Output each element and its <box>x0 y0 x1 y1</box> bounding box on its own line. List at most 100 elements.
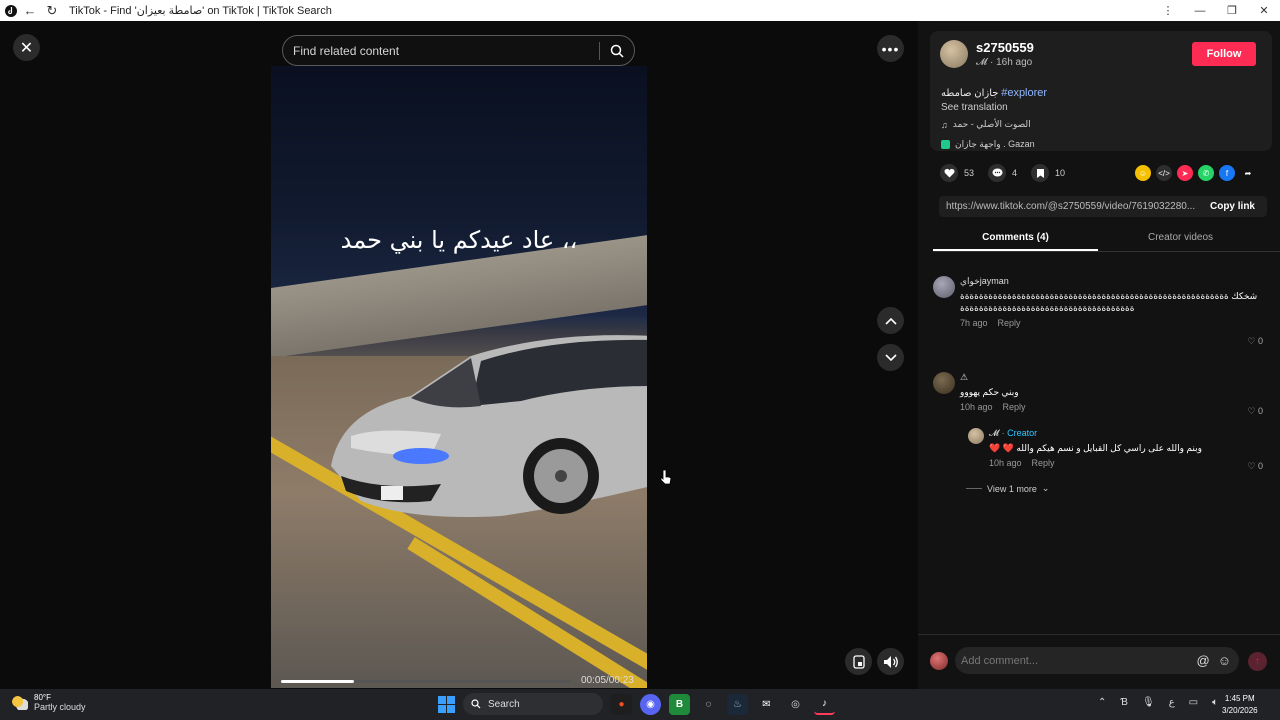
music-title: الصوت الأصلي - حمد <box>952 119 1031 129</box>
friends-share-icon[interactable]: ☺ <box>1135 165 1151 181</box>
mail-app-icon[interactable]: ✉ <box>756 694 777 715</box>
mention-icon[interactable]: @ <box>1197 653 1210 668</box>
video-link[interactable]: https://www.tiktok.com/@s2750559/video/7… <box>939 201 1198 212</box>
picture-in-picture-icon[interactable] <box>845 648 872 675</box>
facebook-icon[interactable]: f <box>1219 165 1235 181</box>
post-info-card: s2750559 𝓜 · 16h ago Follow جازان صامطه … <box>930 31 1272 151</box>
comment-input-box[interactable]: @ ☺ <box>955 647 1239 674</box>
windows-start-icon[interactable] <box>438 695 455 713</box>
username[interactable]: s2750559 <box>976 40 1034 55</box>
reply-button[interactable]: Reply <box>998 318 1021 328</box>
b-app-icon[interactable]: B <box>669 693 690 715</box>
video-caption: عاد عيدكم يا بني حمد ،، <box>340 226 578 254</box>
reload-icon[interactable]: ↻ <box>41 0 63 21</box>
chevron-up-icon[interactable] <box>877 307 904 334</box>
comment-like[interactable]: ♡ 0 <box>1247 406 1263 417</box>
save-stat[interactable]: 10 <box>1031 164 1065 182</box>
avatar[interactable] <box>933 372 955 394</box>
weather-widget[interactable]: 80°F Partly cloudy <box>12 693 86 712</box>
chevron-down-icon[interactable] <box>877 344 904 371</box>
comment-input[interactable] <box>955 654 1197 667</box>
copy-link-button[interactable]: Copy link <box>1198 201 1267 212</box>
whatsapp-icon[interactable]: ✆ <box>1198 165 1214 181</box>
display-name: 𝓜 <box>976 57 988 68</box>
loader-app-icon[interactable]: ◌ <box>698 694 719 715</box>
like-stat[interactable]: 53 <box>940 164 974 182</box>
b-tray-icon[interactable]: Ɓ <box>1120 697 1128 708</box>
weather-condition: Partly cloudy <box>34 702 86 712</box>
search-icon[interactable] <box>600 44 634 58</box>
send-arrow-icon[interactable]: ↑ <box>1248 652 1267 671</box>
microphone-icon[interactable]: 🎙︎ <box>1142 697 1155 708</box>
video-progress-fill <box>281 680 354 683</box>
comment-author[interactable]: ⚠ <box>960 372 1260 383</box>
follow-button[interactable]: Follow <box>1192 42 1256 66</box>
music-row[interactable]: ♫ الصوت الأصلي - حمد <box>941 119 1031 130</box>
comment-text: شخكك ةةةةةةةةةةةةةةةةةةةةةةةةةةةةةةةةةةة… <box>960 291 1258 313</box>
clock-time: 1:45 PM <box>1224 694 1255 703</box>
title-bar: ← ↻ TikTok - Find 'صامطة بعيزان' on TikT… <box>0 0 1280 21</box>
see-translation-link[interactable]: See translation <box>941 102 1008 113</box>
comment-time: 7h ago <box>960 318 988 328</box>
related-search-input[interactable] <box>283 43 599 58</box>
chevron-up-icon[interactable]: ⌃ <box>1098 697 1106 708</box>
music-note-icon: ♫ <box>941 119 948 130</box>
post-meta: 𝓜 · 16h ago <box>976 57 1032 68</box>
taskbar-clock[interactable]: 1:45 PM 3/20/2026 <box>1222 693 1258 717</box>
steam-icon[interactable]: ♨ <box>727 693 748 715</box>
reply-button[interactable]: Reply <box>1003 402 1026 412</box>
video-player[interactable]: عاد عيدكم يا بني حمد ،، 00:05/00:23 <box>271 66 647 688</box>
related-search-box[interactable] <box>282 35 635 66</box>
description-text: جازان صامطه <box>941 88 999 99</box>
comment-like[interactable]: ♡ 0 <box>1247 461 1263 472</box>
comment-body: ⚠ وبني حكم يهووو 10h ago Reply <box>960 372 1260 412</box>
search-icon <box>471 699 481 709</box>
volume-icon[interactable] <box>877 648 904 675</box>
tab-creator-videos[interactable]: Creator videos <box>1098 228 1263 251</box>
restore-icon[interactable]: ❐ <box>1216 0 1248 21</box>
taskbar-apps: Search ● ◉ B ◌ ♨ ✉ ◎ ♪ <box>438 693 835 715</box>
language-icon[interactable]: ع <box>1169 697 1175 708</box>
comment-author[interactable]: خوايjayman <box>960 276 1260 287</box>
comment-count: 4 <box>1012 168 1018 178</box>
comment-time: 10h ago <box>989 458 1022 468</box>
close-window-icon[interactable]: ✕ <box>1248 0 1280 21</box>
chrome-icon[interactable]: ● <box>611 693 632 715</box>
view-more-replies[interactable]: View 1 more ⌄ <box>966 483 1049 494</box>
panel-tabs: Comments (4) Creator videos <box>933 228 1280 252</box>
more-options-icon[interactable]: ••• <box>877 35 904 62</box>
discord-icon[interactable]: ◉ <box>640 693 661 715</box>
comment-text: وبني حكم يهووو <box>960 387 1019 397</box>
more-menu-icon[interactable]: ⋮ <box>1152 0 1184 21</box>
tiktok-taskbar-icon[interactable]: ♪ <box>814 694 835 715</box>
send-icon[interactable]: ➤ <box>1177 165 1193 181</box>
hashtag-link[interactable]: #explorer <box>1001 87 1047 99</box>
close-icon[interactable]: ✕ <box>13 34 40 61</box>
tab-comments[interactable]: Comments (4) <box>933 228 1098 251</box>
view-more-label: View 1 more <box>987 483 1037 494</box>
comment-like-count: 0 <box>1257 336 1263 346</box>
chevron-down-icon: ⌄ <box>1041 483 1050 493</box>
comment-body: 𝓜 · Creator ❤️ ❤️ وبنم والله على راسي كل… <box>989 428 1259 468</box>
embed-icon[interactable]: </> <box>1156 165 1172 181</box>
avatar[interactable] <box>933 276 955 298</box>
share-arrow-icon[interactable]: ➦ <box>1240 165 1256 181</box>
display-icon[interactable]: ▭ <box>1189 697 1198 708</box>
taskbar-search[interactable]: Search <box>463 693 603 715</box>
comment-like[interactable]: ♡ 0 <box>1247 336 1263 347</box>
avatar[interactable] <box>968 428 984 444</box>
game-app-icon[interactable]: ◎ <box>785 694 806 715</box>
emoji-icon[interactable]: ☺ <box>1218 653 1231 668</box>
comment-author[interactable]: 𝓜 <box>989 428 999 438</box>
video-progress-bar[interactable] <box>281 680 571 683</box>
comment-footer: 7h ago Reply <box>960 318 1260 328</box>
minimize-icon[interactable]: — <box>1184 0 1216 21</box>
location-pin-icon <box>941 140 950 149</box>
back-arrow-icon[interactable]: ← <box>19 0 41 21</box>
reply-button[interactable]: Reply <box>1032 458 1055 468</box>
speaker-icon[interactable]: 🔈︎ <box>1212 697 1218 708</box>
avatar[interactable] <box>940 40 968 68</box>
location-row[interactable]: واجهة جازان . Gazan <box>941 139 1035 150</box>
comment-stat[interactable]: 4 <box>988 164 1017 182</box>
weather-temp: 80°F <box>34 693 51 702</box>
